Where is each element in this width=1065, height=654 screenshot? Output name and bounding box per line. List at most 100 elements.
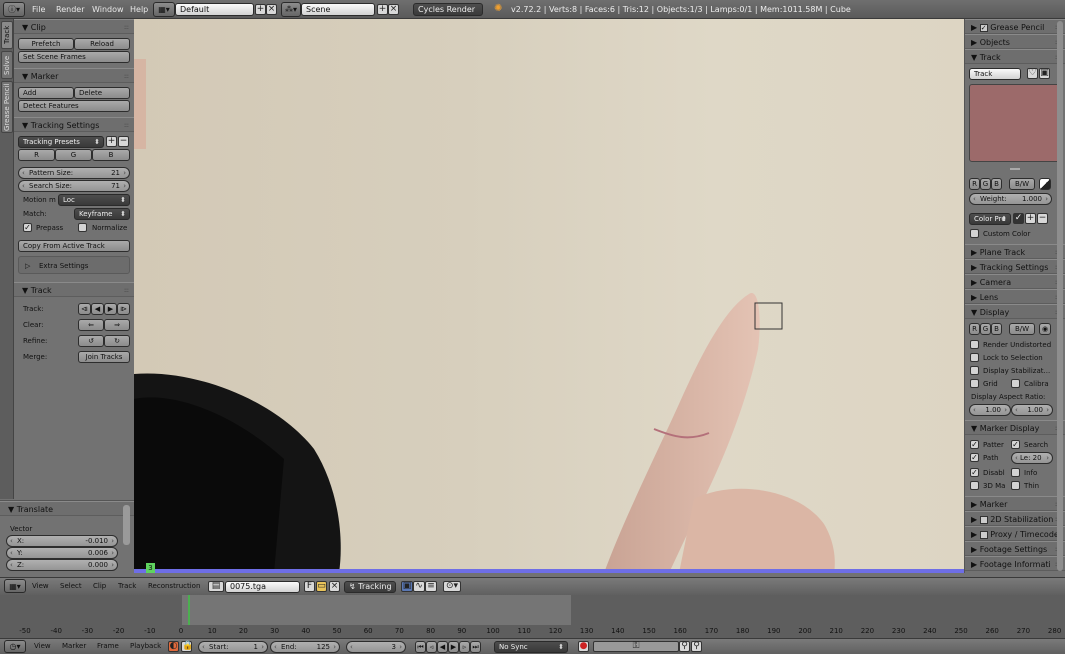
tracking-settings-props-header[interactable]: ▶ Tracking Settings [965,259,1065,275]
track-panel-header[interactable]: ▼ Track [14,282,134,298]
open-clip-icon[interactable]: ▭ [316,581,327,592]
menu-render[interactable]: Render [56,3,84,16]
set-scene-frames-button[interactable]: Set Scene Frames [18,51,130,63]
timeline-menu-marker[interactable]: Marker [62,640,86,652]
detect-features-button[interactable]: Detect Features [18,100,130,112]
render-engine-select[interactable]: Cycles Render [413,3,483,16]
jump-end-button[interactable]: ⏭ [470,641,481,653]
clip-menu-track[interactable]: Track [118,580,136,592]
clear-path-before-button[interactable]: ⇐ [78,319,104,331]
clip-menu-clip[interactable]: Clip [93,580,106,592]
clip-editor-type-icon[interactable]: ▦▾ [4,579,26,593]
aspect-x-field[interactable]: 1.00 [969,404,1011,416]
remove-color-preset-icon[interactable]: − [1037,213,1048,224]
prepass-checkbox[interactable]: ✓ [23,223,32,232]
clip-menu-select[interactable]: Select [60,580,82,592]
tracking-presets-select[interactable]: Tracking Presets [18,136,104,148]
keying-set-field[interactable]: ⚿ [593,641,679,652]
insert-keyframe-icon[interactable]: ⚲ [679,641,690,652]
marker-display-panel-header[interactable]: ▼ Marker Display [965,420,1065,436]
show-search-checkbox[interactable]: ✓ [1011,440,1020,449]
track-color-swatch[interactable]: ✓ [1013,213,1024,224]
track-hide-icon[interactable]: ▣ [1039,68,1050,79]
refine-forward-button[interactable]: ↻ [104,335,130,347]
stabilization-panel-header[interactable]: ▶ 2D Stabilization [965,511,1065,527]
channel-b-toggle[interactable]: B [92,149,130,161]
display-g-toggle[interactable]: G [980,323,991,335]
translate-z-field[interactable]: Z: 0.000 [6,559,118,571]
clip-menu-reconstruction[interactable]: Reconstruction [148,580,200,592]
view-graph-icon[interactable]: ∿ [413,581,425,592]
display-stabilization-checkbox[interactable] [970,366,979,375]
scene-field[interactable]: Scene [301,3,375,16]
reload-button[interactable]: Reload [74,38,130,50]
view-clip-icon[interactable]: ▣ [401,581,413,592]
extra-settings-subpanel[interactable]: ▷ Extra Settings [18,256,130,274]
add-layout-icon[interactable]: + [255,4,266,15]
delete-keyframe-icon[interactable]: ⚲ [691,641,702,652]
preview-bw-toggle[interactable]: B/W [1009,178,1035,190]
end-frame-field[interactable]: End: 125 [270,641,340,653]
mode-select[interactable]: ↯ Tracking [344,581,396,593]
plane-track-panel-header[interactable]: ▶ Plane Track [965,244,1065,260]
grid-checkbox[interactable] [970,379,979,388]
track-marker-forward-button[interactable]: ▶ [104,303,117,315]
preview-g-toggle[interactable]: G [980,178,991,190]
playhead-line[interactable] [188,595,190,625]
translate-scrollbar[interactable] [123,505,130,545]
translate-y-field[interactable]: Y: 0.006 [6,547,118,559]
jump-keyframe-forward-button[interactable]: ▹ [459,641,470,653]
proxy-panel-header[interactable]: ▶ Proxy / Timecode [965,526,1065,542]
scene-icon[interactable]: ⁂▾ [281,2,301,17]
display-panel-header[interactable]: ▼ Display [965,304,1065,320]
normalize-checkbox[interactable] [78,223,87,232]
motion-model-select[interactable]: Loc [58,194,130,206]
menu-help[interactable]: Help [130,3,148,16]
preview-b-toggle[interactable]: B [991,178,1002,190]
channel-g-toggle[interactable]: G [55,149,92,161]
properties-scrollbar[interactable] [1057,21,1063,571]
start-frame-field[interactable]: Start: 1 [198,641,268,653]
clip-editor-viewport[interactable]: 3 [134,19,964,573]
timeline-menu-view[interactable]: View [34,640,51,652]
timeline-menu-playback[interactable]: Playback [130,640,161,652]
track-weight-field[interactable]: Weight: 1.000 [969,193,1052,205]
use-preview-range-icon[interactable]: ◐ [168,641,179,652]
screen-layout-icon[interactable]: ▦▾ [153,2,175,17]
match-select[interactable]: Keyframe [74,208,130,220]
track-markers-forward-all-button[interactable]: ⧐ [117,303,130,315]
footage-info-panel-header[interactable]: ▶ Footage Informati [965,556,1065,572]
pattern-size-field[interactable]: Pattern Size: 21 [18,167,130,179]
play-reverse-button[interactable]: ◀ [437,641,448,653]
remove-preset-icon[interactable]: − [118,136,129,147]
join-tracks-button[interactable]: Join Tracks [78,351,130,363]
clip-browse-icon[interactable]: ▤ [208,581,224,592]
screen-layout-field[interactable]: Default [175,3,254,16]
clip-menu-view[interactable]: View [32,580,49,592]
show-disabled-checkbox[interactable]: ✓ [970,468,979,477]
path-length-field[interactable]: Le: 20 [1011,452,1053,464]
timeline-menu-frame[interactable]: Frame [97,640,119,652]
preview-r-toggle[interactable]: R [969,178,980,190]
render-undistorted-checkbox[interactable] [970,340,979,349]
record-icon[interactable]: ● [578,641,589,652]
preview-alpha-icon[interactable] [1039,178,1051,190]
thin-markers-checkbox[interactable] [1011,481,1020,490]
track-lock-icon[interactable]: ♡ [1027,68,1038,79]
track-markers-backward-all-button[interactable]: ⧏ [78,303,91,315]
track-props-panel-header[interactable]: ▼ Track [965,49,1065,65]
sync-mode-select[interactable]: No Sync [494,641,568,653]
custom-color-checkbox[interactable] [970,229,979,238]
calibration-checkbox[interactable] [1011,379,1020,388]
camera-panel-header[interactable]: ▶ Camera [965,274,1065,290]
tab-track[interactable]: Track [1,21,13,49]
add-preset-icon[interactable]: + [106,136,117,147]
prefetch-button[interactable]: Prefetch [18,38,74,50]
clear-path-after-button[interactable]: ⇒ [104,319,130,331]
lens-panel-header[interactable]: ▶ Lens [965,289,1065,305]
add-color-preset-icon[interactable]: + [1025,213,1036,224]
jump-keyframe-back-button[interactable]: ◃ [426,641,437,653]
editor-type-button[interactable]: ⓘ▾ [3,2,25,17]
clip-panel-header[interactable]: ▼ Clip [14,19,134,35]
unlink-clip-icon[interactable]: × [329,581,340,592]
